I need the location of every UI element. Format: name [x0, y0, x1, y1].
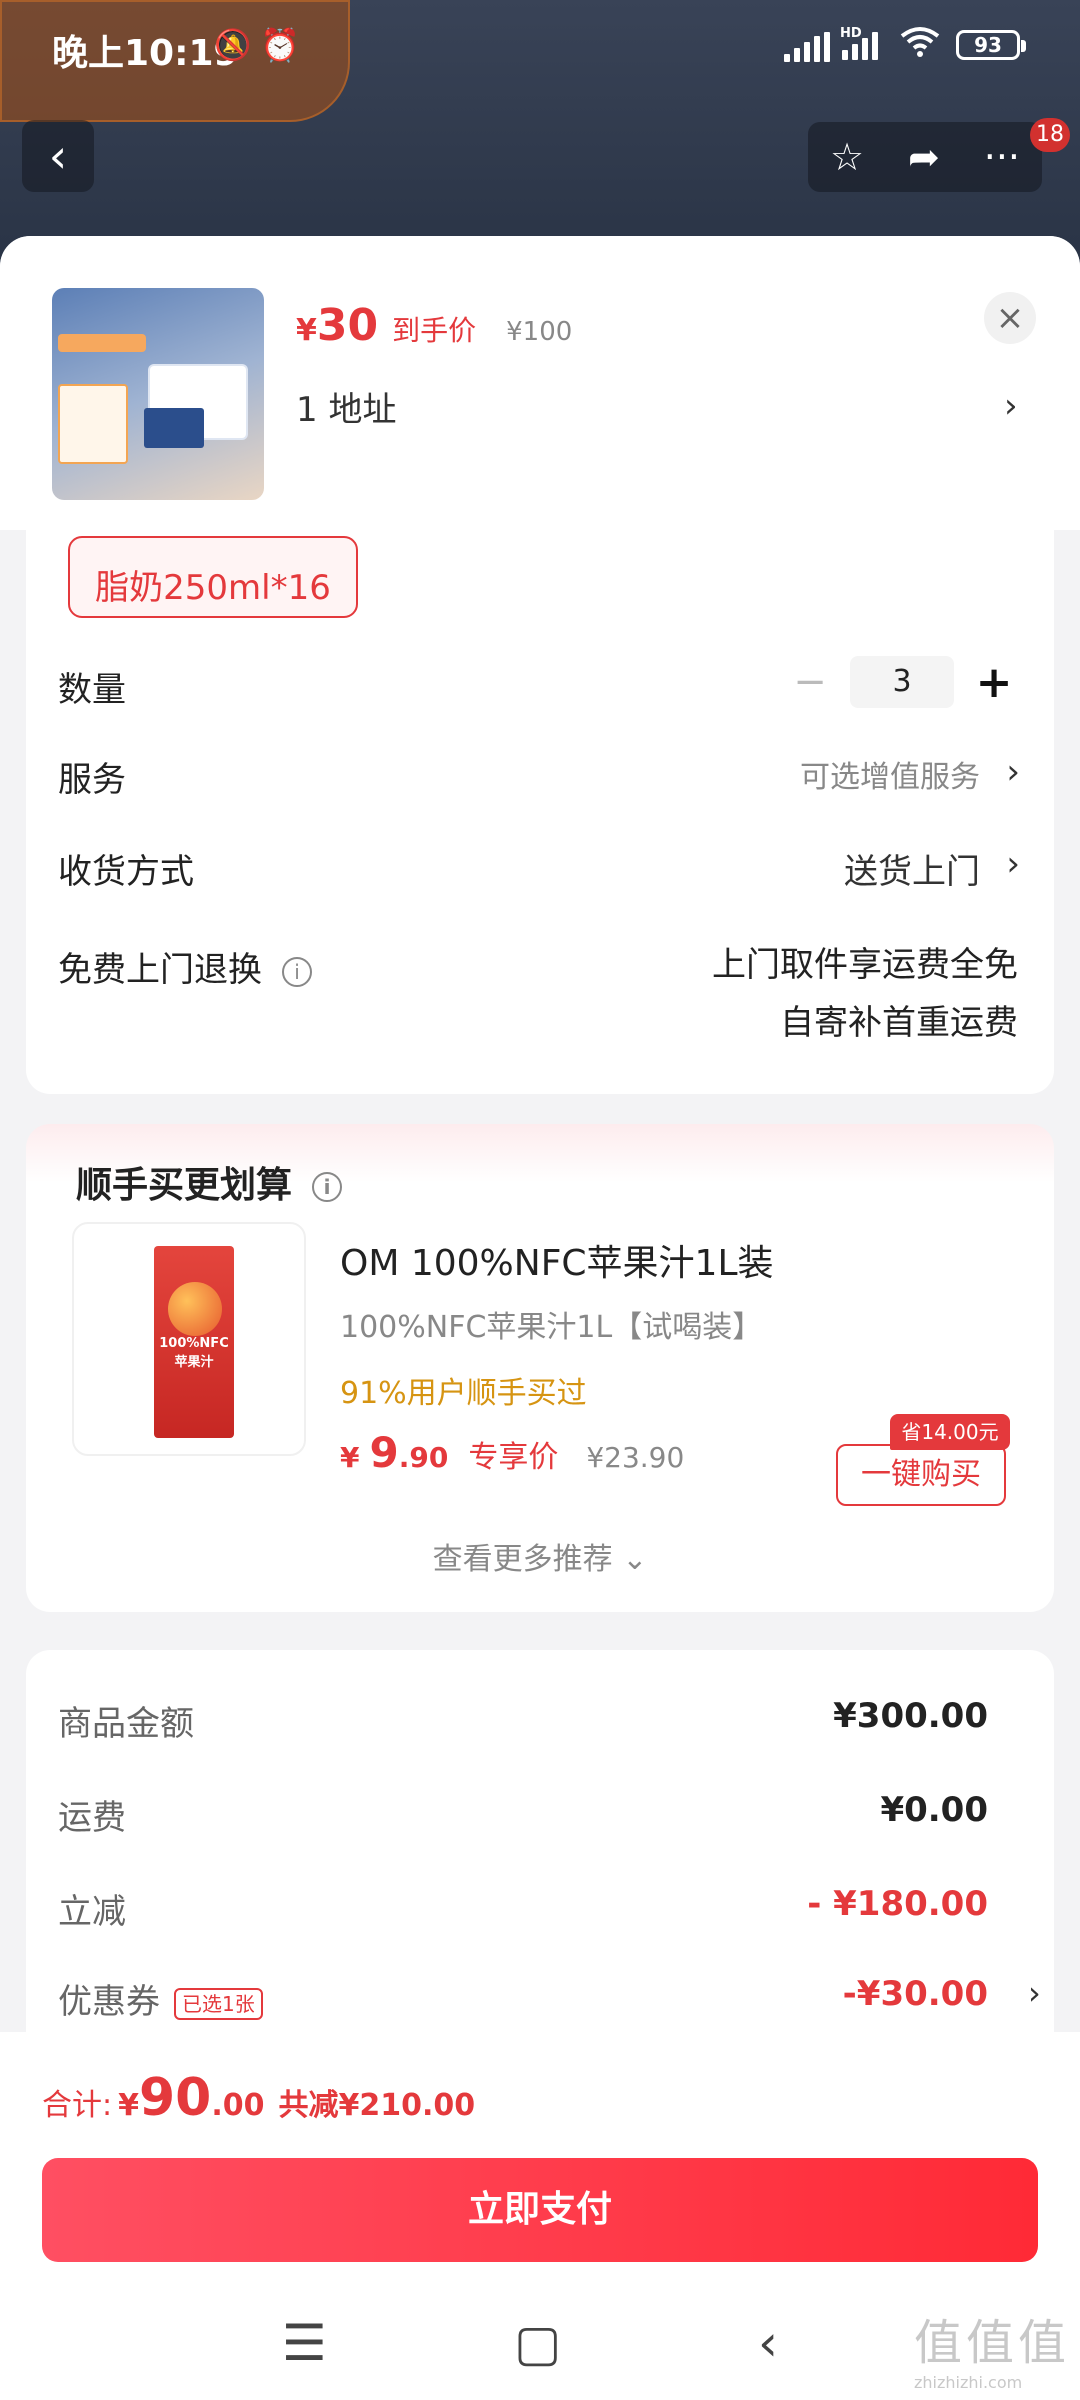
- wifi-icon: [900, 26, 940, 67]
- save-badge: 省14.00元: [890, 1414, 1010, 1450]
- return-label: 免费上门退换: [58, 950, 262, 990]
- chevron-right-icon: ›: [1006, 752, 1020, 792]
- home-icon[interactable]: ▢: [514, 2314, 561, 2372]
- back-button[interactable]: ‹: [22, 120, 94, 192]
- deal-price-tag: 到手价: [392, 314, 477, 347]
- options-card: 脂奶250ml*16 数量 − 3 + 服务 可选增值服务 › 收货方式 送货上…: [26, 496, 1054, 1094]
- quantity-stepper: − 3 +: [784, 656, 1020, 708]
- addon-price: ¥ 9 .90 专享价 ¥23.90: [340, 1428, 685, 1477]
- minus-button[interactable]: −: [784, 659, 836, 705]
- addon-title: 顺手买更划算 i: [76, 1156, 343, 1208]
- close-button[interactable]: ×: [984, 292, 1036, 344]
- plus-button[interactable]: +: [968, 657, 1020, 708]
- signal-icon-2: [842, 32, 878, 60]
- product-header: ¥30 到手价 ¥100 1 地址 › ×: [0, 236, 1080, 530]
- share-icon[interactable]: ➦: [908, 135, 940, 179]
- addon-product-sub: 100%NFC苹果汁1L【试喝装】: [340, 1310, 763, 1345]
- more-icon[interactable]: ···: [984, 135, 1020, 179]
- product-thumbnail: [52, 288, 264, 500]
- quantity-label: 数量: [58, 670, 126, 710]
- total-saved: 共减¥210.00: [278, 2088, 476, 2123]
- status-time: 晚上10:19: [52, 33, 239, 74]
- battery-icon: 93: [956, 30, 1026, 60]
- bell-muted-icon: 🔕: [214, 28, 252, 63]
- price-row: ¥30 到手价 ¥100: [296, 300, 572, 351]
- pay-now-button[interactable]: 立即支付: [42, 2158, 1038, 2262]
- juice-carton: 100%NFC 苹果汁: [154, 1246, 234, 1438]
- top-actions: ☆ ➦ ···: [808, 122, 1042, 192]
- carton-text: 100%NFC 苹果汁: [159, 1336, 229, 1370]
- status-bar: 晚上10:19 🔕 ⏰ HD 93: [0, 0, 1080, 100]
- checkout-bar: 合计: ¥ 90 .00 共减¥210.00 立即支付 ☰ ▢ ‹ 值值值 zh…: [0, 2032, 1080, 2400]
- see-more-button[interactable]: 查看更多推荐 ⌄: [26, 1534, 1054, 1578]
- addon-bought-text: 91%用户顺手买过: [340, 1376, 587, 1411]
- back-nav-icon[interactable]: ‹: [758, 2314, 778, 2372]
- coupon-label: 优惠券: [58, 1982, 160, 2022]
- addon-product-image[interactable]: 100%NFC 苹果汁: [72, 1222, 306, 1456]
- service-value: 可选增值服务: [800, 760, 980, 795]
- back-arrow-icon: ‹: [48, 129, 68, 183]
- watermark: 值值值 zhizhizhi.com: [913, 2315, 1070, 2392]
- signal-icon: [784, 32, 830, 62]
- chevron-right-icon: ›: [1006, 844, 1020, 884]
- notification-badge: 18: [1030, 118, 1070, 152]
- addon-price-tag: 专享价: [468, 1440, 559, 1475]
- alarm-icon: ⏰: [260, 26, 300, 64]
- chevron-right-icon[interactable]: ›: [1004, 386, 1018, 426]
- total-amount: 合计: ¥ 90 .00 共减¥210.00: [42, 2068, 476, 2128]
- deal-price: ¥30: [296, 300, 379, 351]
- addon-product-name[interactable]: OM 100%NFC苹果汁1L装: [340, 1234, 774, 1286]
- chevron-right-icon[interactable]: ›: [1028, 1974, 1041, 2012]
- addon-card: 顺手买更划算 i 100%NFC 苹果汁 OM 100%NFC苹果汁1L装 100…: [26, 1124, 1054, 1612]
- original-price: ¥100: [506, 317, 573, 347]
- quantity-input[interactable]: 3: [850, 656, 954, 708]
- addon-old-price: ¥23.90: [586, 1441, 685, 1474]
- service-label: 服务: [58, 760, 126, 800]
- info-icon[interactable]: i: [312, 1172, 343, 1202]
- star-icon[interactable]: ☆: [830, 135, 864, 179]
- return-description: 上门取件享运费全免 自寄补首重运费: [712, 945, 1018, 1043]
- coupon-value: -¥30.00: [842, 1974, 988, 2014]
- address-selector[interactable]: 1 地址: [296, 382, 396, 431]
- one-click-buy-button[interactable]: 一键购买: [836, 1444, 1006, 1506]
- delivery-label: 收货方式: [58, 852, 194, 892]
- spec-chip[interactable]: 脂奶250ml*16: [68, 536, 358, 618]
- coupon-chip: 已选1张: [174, 1987, 263, 2020]
- summary-card: 商品金额 ¥300.00 运费 ¥0.00 立减 - ¥180.00 优惠券 已选…: [26, 1650, 1054, 2070]
- delivery-value: 送货上门: [844, 852, 980, 892]
- menu-icon[interactable]: ☰: [282, 2314, 327, 2372]
- info-icon[interactable]: i: [282, 956, 312, 987]
